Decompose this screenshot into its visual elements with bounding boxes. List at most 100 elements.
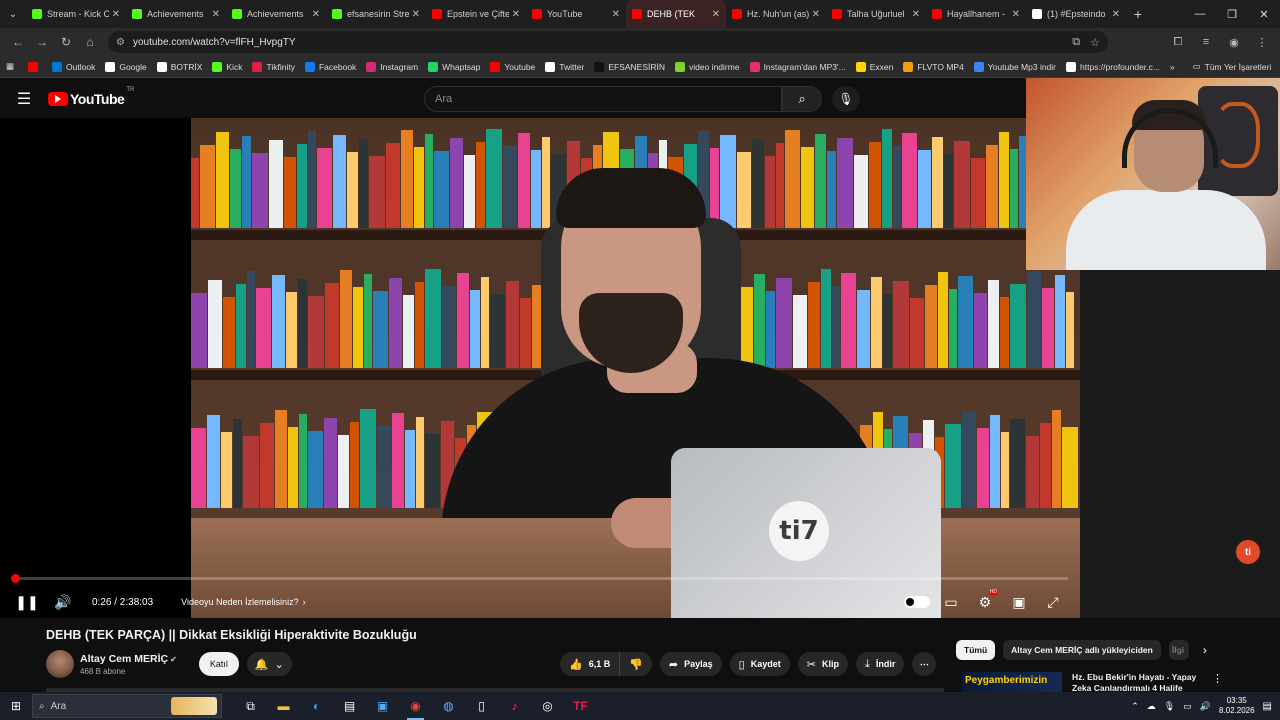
microphone-icon[interactable]: 🎙	[1164, 701, 1175, 712]
tiktok-live-icon[interactable]: ♪	[498, 692, 531, 720]
browser-tab[interactable]: Epstein ve Çifte ✕	[426, 0, 526, 28]
youtube-logo[interactable]: YouTube TR	[48, 87, 134, 107]
bookmark-item[interactable]: Instagram'dan MP3'...	[749, 61, 846, 72]
search-button[interactable]: ⌕	[782, 86, 822, 112]
progress-bar[interactable]	[10, 574, 1068, 583]
close-tab-icon[interactable]: ✕	[112, 9, 120, 20]
browser-tab[interactable]: Hayallhanem - ✕	[926, 0, 1026, 28]
close-tab-icon[interactable]: ✕	[212, 9, 220, 20]
windows-start-icon[interactable]: ⊞	[0, 692, 32, 720]
minimize-icon[interactable]: —	[1184, 0, 1216, 28]
site-info-icon[interactable]: ⚙	[116, 37, 125, 48]
obs-icon[interactable]: ◎	[531, 692, 564, 720]
autoplay-toggle[interactable]	[902, 587, 932, 617]
channel-name[interactable]: Altay Cem MERİÇ	[80, 653, 168, 665]
browser-menu-icon[interactable]: ⋮	[1250, 36, 1274, 49]
bookmark-item[interactable]: Instagram	[366, 61, 418, 72]
like-button[interactable]: 👍 6,1 B	[560, 652, 621, 676]
home-icon[interactable]: ⌂	[78, 30, 102, 54]
close-tab-icon[interactable]: ✕	[512, 9, 520, 20]
browser-tab[interactable]: DEHB (TEK ✕	[626, 0, 726, 28]
browser-tab[interactable]: Hz. Nuh'un (as) ✕	[726, 0, 826, 28]
dislike-button[interactable]: 👎	[620, 652, 652, 676]
close-tab-icon[interactable]: ✕	[1112, 9, 1120, 20]
clock[interactable]: 03:35 8.02.2026	[1219, 696, 1255, 716]
chip-related[interactable]: İlgi	[1168, 640, 1189, 660]
browser-tab[interactable]: Achievements ✕	[226, 0, 326, 28]
close-tab-icon[interactable]: ✕	[712, 9, 720, 20]
store-icon[interactable]: ▣	[366, 692, 399, 720]
close-window-icon[interactable]: ✕	[1248, 0, 1280, 28]
bookmark-item[interactable]: BOTRİX	[156, 61, 202, 72]
bookmark-item[interactable]: Outlook	[52, 61, 95, 72]
tikfinity-app-icon[interactable]: TF	[564, 692, 597, 720]
close-tab-icon[interactable]: ✕	[612, 9, 620, 20]
close-tab-icon[interactable]: ✕	[912, 9, 920, 20]
more-actions-button[interactable]: ⋯	[912, 652, 937, 676]
clip-button[interactable]: ✂ Klip	[797, 652, 848, 676]
search-input[interactable]: Ara	[424, 86, 782, 112]
pause-button[interactable]: ❚❚	[12, 587, 42, 617]
chip-from-uploader[interactable]: Altay Cem MERİÇ adlı yükleyiciden	[1003, 640, 1161, 660]
miniplayer-button[interactable]: ▣	[1004, 587, 1034, 617]
list-item[interactable]: Peygamberimizin Hz. Ebu Bekir'in Hayatı …	[962, 672, 1223, 692]
edge-icon[interactable]: ◐	[300, 692, 333, 720]
bookmark-item[interactable]: EFSANESİRİN	[594, 61, 665, 72]
browser-tab[interactable]: Stream - Kick C ✕	[26, 0, 126, 28]
reload-icon[interactable]: ↻	[54, 30, 78, 54]
apps-grid-icon[interactable]: ▦	[6, 61, 14, 72]
bookmarks-overflow-icon[interactable]: »	[1170, 62, 1175, 72]
notepad-icon[interactable]: ▯	[465, 692, 498, 720]
close-tab-icon[interactable]: ✕	[1012, 9, 1020, 20]
chrome-icon[interactable]: ◉	[399, 692, 432, 720]
bookmark-item[interactable]: Youtube Mp3 indir	[973, 61, 1056, 72]
install-app-icon[interactable]: ⧉	[1072, 36, 1080, 49]
close-tab-icon[interactable]: ✕	[312, 9, 320, 20]
close-tab-icon[interactable]: ✕	[812, 9, 820, 20]
browser-tab[interactable]: YouTube ✕	[526, 0, 626, 28]
bookmark-item[interactable]: Facebook	[304, 61, 356, 72]
browser-tab[interactable]: Achievements ✕	[126, 0, 226, 28]
browser-tab[interactable]: efsanesirin Stre ✕	[326, 0, 426, 28]
chevron-right-icon[interactable]: ›	[1203, 643, 1207, 657]
task-view-icon[interactable]: ⧉	[234, 692, 267, 720]
subscribed-button[interactable]: 🔔 ⌄	[246, 652, 292, 676]
onedrive-icon[interactable]: ☁	[1147, 701, 1156, 712]
tray-overflow-icon[interactable]: ⌃	[1131, 701, 1139, 712]
app-icon[interactable]: ▤	[333, 692, 366, 720]
close-tab-icon[interactable]: ✕	[412, 9, 420, 20]
url-input[interactable]: ⚙ youtube.com/watch?v=flFH_HvpgTY ⧉ ☆	[108, 31, 1108, 53]
settings-button[interactable]: ⚙ HD	[970, 587, 1000, 617]
save-button[interactable]: ▯ Kaydet	[729, 652, 790, 676]
more-vert-icon[interactable]: ⋮	[1212, 672, 1223, 692]
back-icon[interactable]: ←	[6, 30, 30, 54]
bookmark-item[interactable]: FLVTO MP4	[903, 61, 964, 72]
fullscreen-button[interactable]: ⤢	[1038, 587, 1068, 617]
chip-all[interactable]: Tümü	[956, 640, 996, 660]
bookmark-item[interactable]: https://profounder.c...	[1066, 61, 1160, 72]
maximize-icon[interactable]: ❐	[1216, 0, 1248, 28]
browser-tab[interactable]: Talha Uğurluel ✕	[826, 0, 926, 28]
hamburger-menu-icon[interactable]: ☰	[0, 89, 48, 109]
subtitles-button[interactable]: ▭	[936, 587, 966, 617]
bookmark-item[interactable]: Kick	[212, 61, 242, 72]
bookmark-item[interactable]: Exxen	[855, 61, 893, 72]
channel-watermark[interactable]: ti	[1236, 540, 1260, 564]
bookmark-item[interactable]: Tikfinity	[252, 61, 295, 72]
bookmark-item[interactable]: Twitter	[545, 61, 584, 72]
tab-search-icon[interactable]: ⌄	[0, 0, 26, 28]
avatar[interactable]	[46, 650, 74, 678]
bookmark-item[interactable]: Youtube	[490, 61, 535, 72]
scrubber-handle[interactable]	[10, 574, 20, 583]
bookmark-item[interactable]	[28, 61, 42, 72]
browser-app-icon[interactable]: ◍	[432, 692, 465, 720]
volume-button[interactable]: 🔊	[48, 587, 78, 617]
notification-icon[interactable]: ▤	[1263, 701, 1272, 712]
all-bookmarks-folder[interactable]: ▭ Tüm Yer İşaretleri	[1193, 61, 1272, 72]
bookmark-item[interactable]: Google	[105, 61, 147, 72]
video-player[interactable]: ti7 ❚❚ 🔊 0:26 / 2:38:03 Videoyu Neden İz…	[0, 118, 1080, 618]
voice-search-button[interactable]: 🎙	[832, 86, 860, 112]
extensions-icon[interactable]: ⧠	[1166, 36, 1190, 49]
download-button[interactable]: ⤓ İndir	[855, 652, 905, 676]
taskbar-search-input[interactable]: ⌕ Ara	[32, 694, 222, 718]
